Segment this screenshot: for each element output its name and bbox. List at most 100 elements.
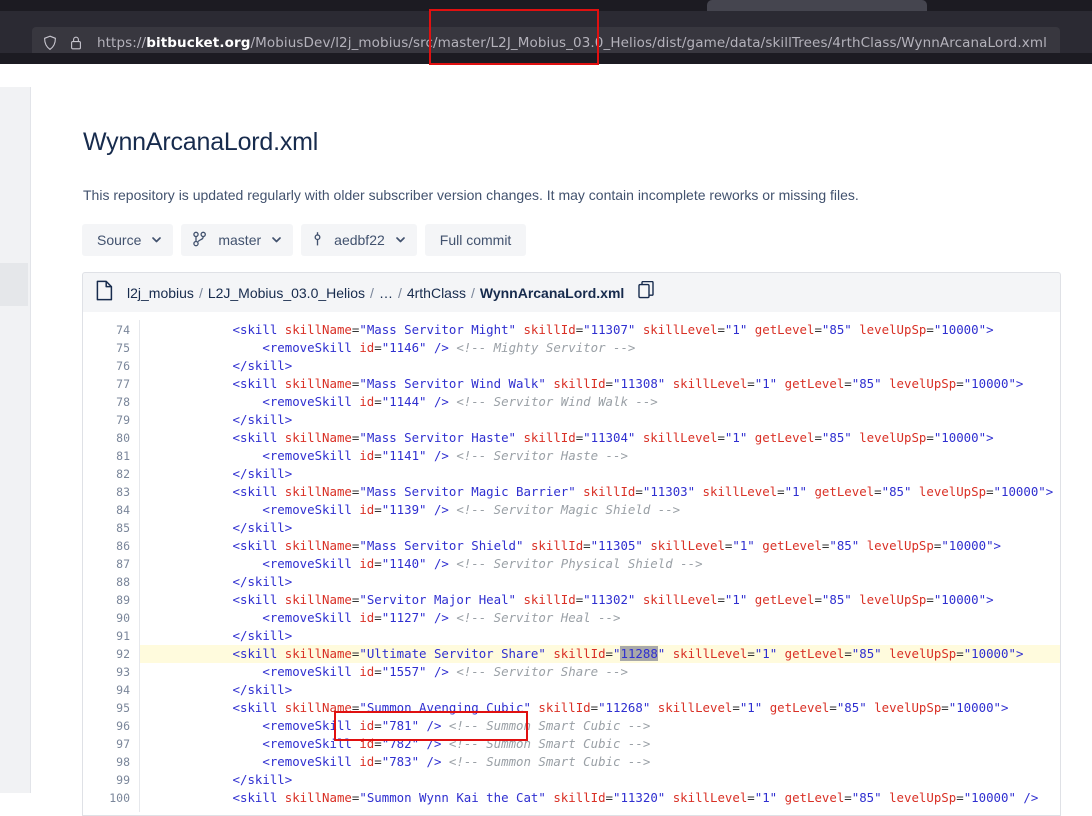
line-number[interactable]: 87 — [83, 555, 130, 573]
code-line[interactable]: <skill skillName = "Summon Wynn Kai the Ca… — [143, 789, 1039, 807]
left-sidebar-rail[interactable] — [0, 87, 31, 793]
line-number[interactable]: 78 — [83, 393, 130, 411]
code-viewer[interactable]: 7374757677787980818283848586878889909192… — [82, 312, 1061, 816]
code-token: "Servitor Major Heal" — [359, 592, 517, 607]
code-line[interactable]: <skill skillName = "Ultimate Servitor Shar… — [143, 645, 1023, 663]
code-token: id — [359, 340, 375, 355]
code-line[interactable]: <removeSkill id="1141" /> <!-- Servitor … — [143, 447, 628, 465]
code-token: "11268" — [598, 700, 651, 715]
code-token: /> — [426, 502, 449, 517]
line-number[interactable]: 94 — [83, 681, 130, 699]
code-token: /> — [419, 736, 442, 751]
line-number[interactable]: 97 — [83, 735, 130, 753]
code-line[interactable]: </skill> — [143, 627, 293, 645]
code-line[interactable]: <removeSkill id="1139" /> <!-- Servitor … — [143, 501, 680, 519]
code-token: = — [926, 322, 934, 337]
code-token: skillName — [284, 646, 352, 661]
code-token: "85" — [821, 430, 852, 445]
code-line[interactable]: <removeSkill id="783" /> <!-- Summon Sma… — [143, 753, 650, 771]
code-line[interactable]: <removeSkill id="1127" /> <!-- Servitor … — [143, 609, 620, 627]
code-token: <!-- Servitor Magic Shield --> — [448, 502, 681, 517]
line-number[interactable]: 99 — [83, 771, 130, 789]
code-line[interactable]: </skill> — [143, 411, 293, 429]
code-line[interactable]: <skill skillName = "Summon Avenging Cubic"… — [143, 699, 1009, 717]
copy-icon[interactable] — [638, 280, 655, 305]
line-number[interactable]: 88 — [83, 573, 130, 591]
code-line[interactable]: <removeSkill id="1146" /> <!-- Mighty Se… — [143, 339, 635, 357]
line-number[interactable]: 95 — [83, 699, 130, 717]
breadcrumb-item[interactable]: 4rthClass — [407, 285, 466, 301]
line-number[interactable]: 100 — [83, 789, 130, 807]
sidebar-nav-block[interactable] — [0, 263, 28, 306]
line-number[interactable]: 93 — [83, 663, 130, 681]
line-number[interactable]: 74 — [83, 321, 130, 339]
code-line[interactable]: <removeSkill id="1144" /> <!-- Servitor … — [143, 393, 658, 411]
code-pane[interactable]: <skill skillName="Mass Servitor Death Sh… — [140, 312, 1060, 815]
code-line[interactable]: </skill> — [143, 771, 293, 789]
lock-icon[interactable] — [69, 35, 83, 51]
line-number[interactable]: 96 — [83, 717, 130, 735]
line-number[interactable]: 86 — [83, 537, 130, 555]
line-number[interactable]: 81 — [83, 447, 130, 465]
line-number[interactable]: 91 — [83, 627, 130, 645]
shield-icon[interactable] — [42, 35, 58, 51]
commit-dropdown-button[interactable]: aedbf22 — [301, 224, 417, 256]
code-token: <skill — [232, 592, 285, 607]
line-number[interactable]: 98 — [83, 753, 130, 771]
full-commit-button[interactable]: Full commit — [424, 224, 527, 256]
page-top-gap — [0, 64, 1092, 87]
code-token: skillId — [516, 430, 576, 445]
line-number[interactable]: 90 — [83, 609, 130, 627]
line-number[interactable]: 76 — [83, 357, 130, 375]
code-token: > — [993, 538, 1001, 553]
code-line[interactable]: <removeSkill id="782" /> <!-- Summon Sma… — [143, 735, 650, 753]
line-number[interactable]: 75 — [83, 339, 130, 357]
code-token: levelUpSp — [851, 592, 927, 607]
code-line[interactable]: <removeSkill id="781" /> <!-- Summon Sma… — [143, 717, 650, 735]
code-token: <!-- Summon Smart Cubic --> — [441, 736, 651, 751]
code-token: levelUpSp — [881, 376, 957, 391]
code-line[interactable]: <removeSkill id="1140" /> <!-- Servitor … — [143, 555, 702, 573]
line-number[interactable]: 85 — [83, 519, 130, 537]
code-line[interactable]: <skill skillName="Mass Servitor Shield" … — [143, 537, 1001, 555]
code-line[interactable]: </skill> — [143, 681, 293, 699]
line-number[interactable]: 92 — [83, 645, 130, 663]
code-token: "Mass Servitor Might" — [359, 322, 517, 337]
line-number[interactable]: 80 — [83, 429, 130, 447]
breadcrumb-item[interactable]: … — [379, 285, 393, 301]
line-number[interactable]: 77 — [83, 375, 130, 393]
code-token: = — [844, 376, 852, 391]
code-token: "10000" — [963, 646, 1016, 661]
code-token: skillId — [575, 484, 636, 499]
code-line[interactable]: <skill skillName = "Mass Servitor Magic Ba… — [143, 483, 1054, 501]
branch-dropdown-button[interactable]: master — [181, 224, 294, 256]
code-token: </skill> — [232, 412, 293, 427]
code-line[interactable]: <removeSkill id="1557" /> <!-- Servitor … — [143, 663, 628, 681]
code-token: <!-- Servitor Wind Walk --> — [448, 394, 658, 409]
code-token: /> — [426, 556, 449, 571]
source-dropdown-button[interactable]: Source — [82, 224, 174, 256]
code-token: "1" — [784, 484, 807, 499]
code-line[interactable]: </skill> — [143, 357, 293, 375]
breadcrumb-item[interactable]: L2J_Mobius_03.0_Helios — [208, 285, 365, 301]
line-number[interactable]: 83 — [83, 483, 130, 501]
code-line[interactable]: <skill skillName = "Mass Servitor Wind Wal… — [143, 375, 1024, 393]
breadcrumb[interactable]: l2j_mobius / L2J_Mobius_03.0_Helios /…/4rth… — [127, 285, 624, 301]
line-number[interactable]: 84 — [83, 501, 130, 519]
browser-tab-active[interactable] — [707, 0, 927, 11]
breadcrumb-item[interactable]: l2j_mobius — [127, 285, 194, 301]
code-line[interactable]: </skill> — [143, 465, 293, 483]
line-number[interactable]: 82 — [83, 465, 130, 483]
code-line[interactable]: <skill skillName = "Mass Servitor Haste" s… — [143, 429, 994, 447]
code-line[interactable]: <skill skillName = "Mass Servitor Might" s… — [143, 321, 994, 339]
code-token: = — [583, 538, 591, 553]
file-toolbar: Source master aedbf22 Full commit — [82, 224, 534, 256]
code-line[interactable]: <skill skillName = "Servitor Major Heal" s… — [143, 591, 994, 609]
code-line[interactable]: </skill> — [143, 519, 293, 537]
code-token: levelUpSp — [866, 700, 942, 715]
code-line[interactable]: </skill> — [143, 573, 293, 591]
line-number[interactable]: 89 — [83, 591, 130, 609]
line-number[interactable]: 79 — [83, 411, 130, 429]
